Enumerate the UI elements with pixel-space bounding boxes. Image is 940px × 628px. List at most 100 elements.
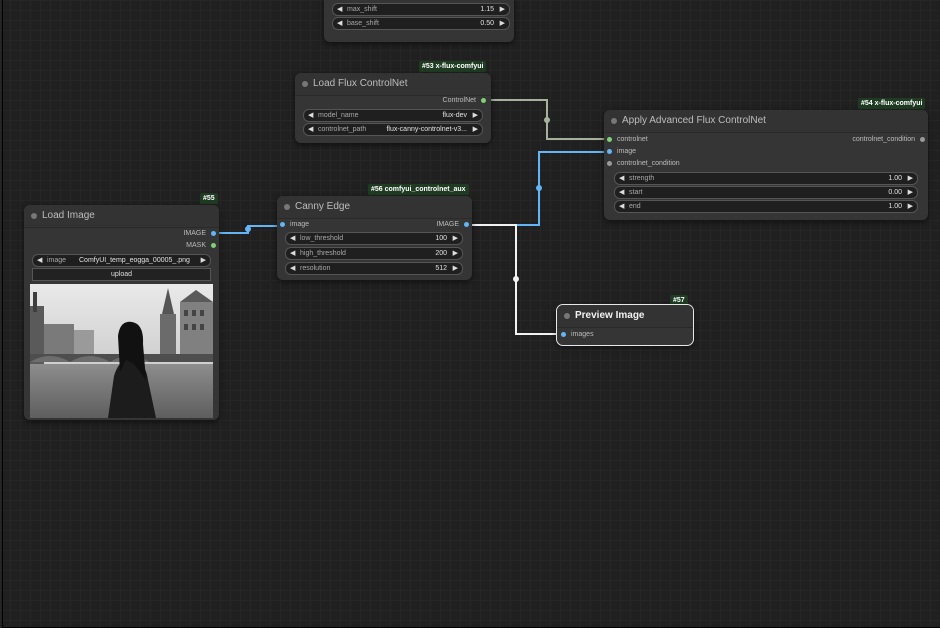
input-slot-images[interactable]: images xyxy=(561,330,594,340)
output-slot-image[interactable]: IMAGE xyxy=(183,229,216,239)
slot-dot-icon[interactable] xyxy=(607,149,612,154)
slot-label: IMAGE xyxy=(436,221,459,228)
output-slot-controlnet-condition[interactable]: controlnet_condition xyxy=(852,135,925,145)
decrement-icon[interactable]: ◀ xyxy=(337,4,342,15)
link-midpoint[interactable] xyxy=(544,117,550,123)
strength-widget[interactable]: ◀ strength 1.00 ▶ xyxy=(614,172,918,185)
output-slot-mask[interactable]: MASK xyxy=(186,241,216,251)
increment-icon[interactable]: ▶ xyxy=(500,18,505,29)
increment-icon[interactable]: ▶ xyxy=(453,263,458,274)
increment-icon[interactable]: ▶ xyxy=(908,173,913,184)
slot-label: image xyxy=(617,148,637,155)
photo-of-woman-by-river xyxy=(30,284,213,418)
end-widget[interactable]: ◀ end 1.00 ▶ xyxy=(614,200,918,213)
slot-dot-icon[interactable] xyxy=(280,222,285,227)
upload-button[interactable]: upload xyxy=(32,268,211,281)
node-title[interactable]: Load Flux ControlNet xyxy=(295,73,491,96)
collapse-dot-icon[interactable] xyxy=(302,81,308,87)
collapse-dot-icon[interactable] xyxy=(611,118,617,124)
decrement-icon[interactable]: ◀ xyxy=(337,18,342,29)
slot-label: IMAGE xyxy=(183,230,206,237)
output-slot-controlnet[interactable]: ControlNet xyxy=(443,96,486,106)
widget-value: 100 xyxy=(435,235,447,242)
load-flux-controlnet-node[interactable]: Load Flux ControlNet ControlNet ◀ model_… xyxy=(295,73,491,143)
next-option-icon[interactable]: ▶ xyxy=(473,124,478,135)
slot-label: controlnet xyxy=(617,136,648,143)
load-image-node[interactable]: Load Image IMAGE MASK ◀ image ComfyUI_te… xyxy=(24,205,219,420)
slot-dot-icon[interactable] xyxy=(481,98,486,103)
start-widget[interactable]: ◀ start 0.00 ▶ xyxy=(614,186,918,199)
widget-label: image xyxy=(47,257,67,264)
base-shift-widget[interactable]: ◀ base_shift 0.50 ▶ xyxy=(332,17,510,30)
link-midpoint[interactable] xyxy=(513,276,519,282)
decrement-icon[interactable]: ◀ xyxy=(619,201,624,212)
image-preview xyxy=(30,284,213,418)
node-badge: #53 x-flux-comfyui xyxy=(419,61,487,72)
apply-advanced-flux-controlnet-node[interactable]: Apply Advanced Flux ControlNet controlne… xyxy=(604,110,928,220)
canny-edge-node[interactable]: Canny Edge image IMAGE ◀ low_threshold 1… xyxy=(277,196,472,280)
collapse-dot-icon[interactable] xyxy=(284,204,290,210)
increment-icon[interactable]: ▶ xyxy=(453,233,458,244)
decrement-icon[interactable]: ◀ xyxy=(619,173,624,184)
slot-dot-icon[interactable] xyxy=(607,161,612,166)
prev-option-icon[interactable]: ◀ xyxy=(37,255,42,266)
widget-label: strength xyxy=(629,175,655,182)
decrement-icon[interactable]: ◀ xyxy=(290,248,295,259)
model-name-widget[interactable]: ◀ model_name flux-dev ▶ xyxy=(303,109,483,122)
node-title-text: Canny Edge xyxy=(295,201,351,212)
resolution-widget[interactable]: ◀ resolution 512 ▶ xyxy=(285,262,463,275)
input-slot-controlnet-condition[interactable]: controlnet_condition xyxy=(607,159,680,169)
increment-icon[interactable]: ▶ xyxy=(908,187,913,198)
input-slot-controlnet[interactable]: controlnet xyxy=(607,135,648,145)
slot-label: image xyxy=(290,221,310,228)
output-slot-image[interactable]: IMAGE xyxy=(436,220,469,230)
widget-label: max_shift xyxy=(347,6,377,13)
widget-label: model_name xyxy=(318,112,359,119)
next-option-icon[interactable]: ▶ xyxy=(201,255,206,266)
slot-dot-icon[interactable] xyxy=(211,243,216,248)
input-slot-image[interactable]: image xyxy=(607,147,636,157)
decrement-icon[interactable]: ◀ xyxy=(290,233,295,244)
next-option-icon[interactable]: ▶ xyxy=(473,110,478,121)
node-title-text: Preview Image xyxy=(575,310,645,321)
node-title-text: Apply Advanced Flux ControlNet xyxy=(622,115,766,126)
decrement-icon[interactable]: ◀ xyxy=(290,263,295,274)
input-slot-image[interactable]: image xyxy=(280,220,309,230)
node-title[interactable]: Canny Edge xyxy=(277,196,472,219)
slot-dot-icon[interactable] xyxy=(561,332,566,337)
node-title[interactable]: Preview Image xyxy=(557,305,693,328)
slot-dot-icon[interactable] xyxy=(920,137,925,142)
link-midpoint[interactable] xyxy=(245,226,251,232)
prev-option-icon[interactable]: ◀ xyxy=(308,110,313,121)
decrement-icon[interactable]: ◀ xyxy=(619,187,624,198)
slot-dot-icon[interactable] xyxy=(464,222,469,227)
slot-label: images xyxy=(571,331,594,338)
slot-dot-icon[interactable] xyxy=(607,137,612,142)
increment-icon[interactable]: ▶ xyxy=(453,248,458,259)
model-sampling-node[interactable]: ◀ max_shift 1.15 ▶ ◀ base_shift 0.50 ▶ xyxy=(324,0,514,42)
link-midpoint[interactable] xyxy=(536,185,542,191)
max-shift-widget[interactable]: ◀ max_shift 1.15 ▶ xyxy=(332,3,510,16)
node-title[interactable]: Apply Advanced Flux ControlNet xyxy=(604,110,928,133)
node-title-text: Load Image xyxy=(42,210,95,221)
node-badge: #54 x-flux-comfyui xyxy=(858,98,926,109)
widget-label: base_shift xyxy=(347,20,379,27)
increment-icon[interactable]: ▶ xyxy=(500,4,505,15)
widget-value: 1.00 xyxy=(888,203,902,210)
preview-image-node[interactable]: Preview Image images xyxy=(556,304,694,346)
prev-option-icon[interactable]: ◀ xyxy=(308,124,313,135)
collapse-dot-icon[interactable] xyxy=(564,313,570,319)
slot-label: MASK xyxy=(186,242,206,249)
collapse-dot-icon[interactable] xyxy=(31,213,37,219)
controlnet-path-widget[interactable]: ◀ controlnet_path flux-canny-controlnet-… xyxy=(303,123,483,136)
widget-value: 200 xyxy=(435,250,447,257)
increment-icon[interactable]: ▶ xyxy=(908,201,913,212)
widget-label: controlnet_path xyxy=(318,126,367,133)
widget-value: 0.00 xyxy=(888,189,902,196)
slot-dot-icon[interactable] xyxy=(211,231,216,236)
node-title[interactable]: Load Image xyxy=(24,205,219,228)
node-title-text: Load Flux ControlNet xyxy=(313,78,408,89)
low-threshold-widget[interactable]: ◀ low_threshold 100 ▶ xyxy=(285,232,463,245)
high-threshold-widget[interactable]: ◀ high_threshold 200 ▶ xyxy=(285,247,463,260)
image-file-widget[interactable]: ◀ image ComfyUI_temp_eogga_00005_.png ▶ xyxy=(32,254,211,267)
